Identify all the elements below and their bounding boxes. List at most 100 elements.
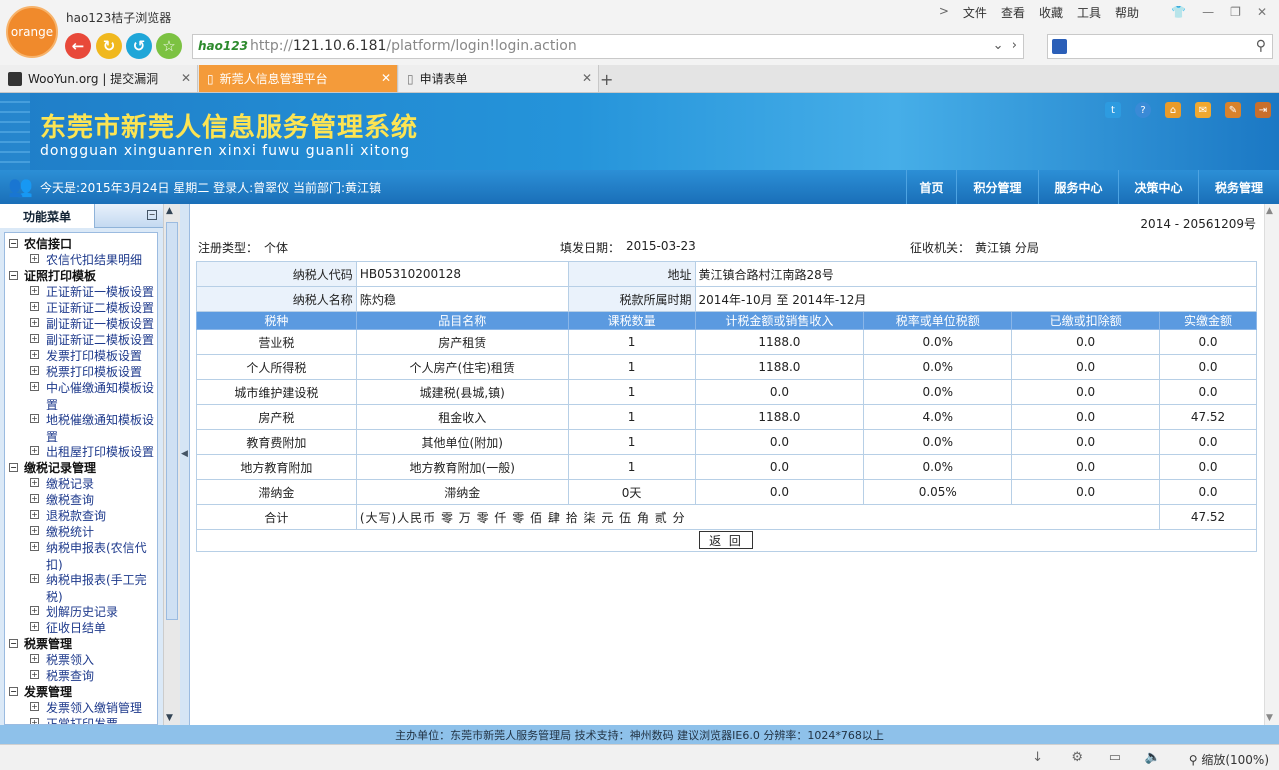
undo-button[interactable]: ↺ [126,33,152,59]
menu-item[interactable]: + 地税催缴通知模板设置 [9,411,157,444]
menu-item[interactable]: + 正常打印发票 [9,715,157,724]
shirt-icon[interactable]: 👕 [1171,5,1186,19]
menu-file[interactable]: 文件 [963,4,987,21]
menu-item[interactable]: + 发票打印模板设置 [9,347,157,363]
menu-item[interactable]: + 划解历史记录 [9,603,157,619]
menu-item-label: 缴税统计 [46,525,95,539]
menu-item-label: 缴税记录 [46,477,95,491]
window-icon[interactable]: ▭ [1109,750,1121,765]
minus-icon[interactable]: − [9,238,18,248]
menu-help[interactable]: 帮助 [1115,4,1139,21]
back-button[interactable]: 返 回 [699,531,753,549]
chevron-down-icon[interactable]: ⌄ › [993,38,1017,53]
menu-item[interactable]: + 正证新证二模板设置 [9,299,157,315]
group-tax-records[interactable]: − 缴税记录管理 [9,459,157,475]
search-icon[interactable]: ⚲ [1256,38,1266,54]
table-cell: 0.0 [1159,454,1257,480]
period-value: 2014年-10月 至 2014年-12月 [694,286,1258,312]
taxpayer-code-label: 纳税人代码 [196,261,357,287]
close-icon[interactable]: ✕ [181,71,191,85]
tab-platform[interactable]: ▯ 新莞人信息管理平台 ✕ [199,65,398,92]
menu-item[interactable]: + 税票打印模板设置 [9,363,157,379]
group-tax-tickets[interactable]: − 税票管理 [9,635,157,651]
main-scrollbar[interactable]: ▲ ▼ [1264,204,1279,725]
menu-item[interactable]: + 副证新证二模板设置 [9,331,157,347]
menu-item[interactable]: + 税票领入 [9,651,157,667]
table-cell: 个人房产(住宅)租赁 [355,354,569,380]
menu-item-label: 地税催缴通知模板设置 [46,413,155,444]
tab-application[interactable]: ▯ 申请表单 ✕ [399,65,599,92]
menu-item[interactable]: + 正证新证一模板设置 [9,283,157,299]
nav-points[interactable]: 积分管理 [956,170,1038,204]
address-bar[interactable]: hao123 http://121.10.6.181/platform/logi… [192,34,1024,59]
close-icon[interactable]: ✕ [381,71,391,85]
menu-item[interactable]: + 退税款查询 [9,507,157,523]
table-cell: 租金收入 [355,404,569,430]
group-invoices[interactable]: − 发票管理 [9,683,157,699]
gear-icon[interactable]: ⚙ [1071,750,1083,765]
sidebar-splitter[interactable]: ◀ [180,204,190,725]
menu-item[interactable]: + 缴税查询 [9,491,157,507]
menu-item[interactable]: + 农信代扣结果明细 [9,251,157,267]
reg-type-value: 个体 [264,241,289,255]
back-button[interactable]: ← [65,33,91,59]
menu-item[interactable]: + 发票领入缴销管理 [9,699,157,715]
scrollbar-thumb[interactable] [166,222,178,620]
menu-item[interactable]: + 缴税记录 [9,475,157,491]
menu-favorites[interactable]: 收藏 [1039,4,1063,21]
favorite-button[interactable]: ☆ [156,33,182,59]
menu-item[interactable]: + 缴税统计 [9,523,157,539]
menu-item-label: 税票查询 [46,669,95,683]
minus-icon[interactable]: − [9,462,18,472]
menu-item[interactable]: + 征收日结单 [9,619,157,635]
menu-view[interactable]: 查看 [1001,4,1025,21]
download-icon[interactable]: ↓ [1032,750,1043,765]
chevron-right-icon[interactable]: > [939,4,949,21]
group-templates[interactable]: − 证照打印模板 [9,267,157,283]
table-cell: 0.0 [1159,479,1257,505]
menu-item[interactable]: + 税票查询 [9,667,157,683]
system-title: 东莞市新莞人信息服务管理系统 [40,113,419,143]
exit-icon[interactable]: ⇥ [1255,102,1271,118]
new-tab-button[interactable]: + [600,70,613,89]
nav-home[interactable]: 首页 [906,170,956,204]
menu-item[interactable]: + 纳税申报表(农信代扣) [9,539,157,572]
chevron-left-icon[interactable]: ◀ [181,449,188,459]
minus-icon[interactable]: − [9,638,18,648]
refresh-button[interactable]: ↻ [96,33,122,59]
zoom-level[interactable]: ⚲ 缩放(100%) [1189,751,1269,768]
chevron-down-icon[interactable]: ▼ [166,713,173,723]
menu-item[interactable]: + 出租屋打印模板设置 [9,443,157,459]
help-icon[interactable]: ? [1135,102,1151,118]
chevron-up-icon[interactable]: ▲ [166,206,173,216]
group-nongxin[interactable]: − 农信接口 [9,235,157,251]
chevron-up-icon[interactable]: ▲ [1266,206,1273,216]
menu-item[interactable]: + 中心催缴通知模板设置 [9,379,157,412]
table-row: 纳税人名称 陈灼稳 税款所属时期 2014年-10月 至 2014年-12月 [196,286,1258,312]
twitter-icon[interactable]: t [1105,102,1121,118]
close-icon[interactable]: ✕ [582,71,592,85]
minus-icon[interactable]: − [9,686,18,696]
nav-service[interactable]: 服务中心 [1038,170,1118,204]
tab-wooyun[interactable]: WooYun.org | 提交漏洞 ✕ [0,65,198,92]
menu-item[interactable]: + 副证新证一模板设置 [9,315,157,331]
minimize-icon[interactable]: — [1202,5,1214,19]
edit-icon[interactable]: ✎ [1225,102,1241,118]
minus-icon[interactable]: − [147,210,157,220]
refresh-icon: ↻ [102,37,116,55]
menu-tools[interactable]: 工具 [1077,4,1101,21]
mail-icon[interactable]: ✉ [1195,102,1211,118]
chevron-down-icon[interactable]: ▼ [1266,713,1273,723]
table-cell: 0.0 [694,479,865,505]
close-icon[interactable]: ✕ [1257,5,1267,19]
minus-icon[interactable]: − [9,270,18,280]
restore-icon[interactable]: ❐ [1230,5,1241,19]
home-icon[interactable]: ⌂ [1165,102,1181,118]
sidebar-scrollbar[interactable]: ▲ ▼ [163,204,180,725]
url-text[interactable]: http://121.10.6.181/platform/login!login… [250,38,577,54]
speaker-icon[interactable]: 🔈 [1145,750,1161,765]
nav-decision[interactable]: 决策中心 [1118,170,1198,204]
menu-item[interactable]: + 纳税申报表(手工完税) [9,571,157,604]
search-input[interactable]: ⚲ [1047,34,1273,59]
nav-tax[interactable]: 税务管理 [1198,170,1279,204]
